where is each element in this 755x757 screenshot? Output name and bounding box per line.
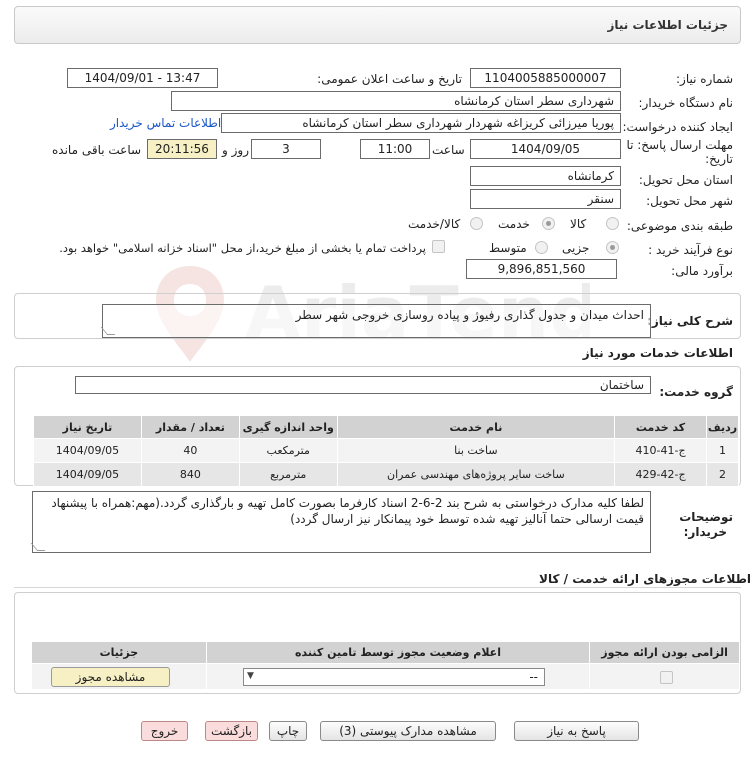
cell-unit: مترمکعب — [238, 438, 338, 463]
col-status: اعلام وضعیت مجوز توسط تامین کننده — [205, 641, 591, 664]
remaining-time-field: 20:11:56 — [147, 139, 217, 159]
cell-code: ج-41-410 — [614, 438, 708, 463]
category-radio-goods[interactable]: کالا — [570, 216, 622, 232]
process-label: نوع فرآیند خرید : — [648, 243, 733, 257]
process-radio-minor[interactable]: جزیی — [562, 240, 622, 256]
buyer-notes-label: توضیحات — [679, 510, 733, 524]
col-date: تاریخ نیاز — [33, 415, 142, 439]
province-label: استان محل تحویل: — [638, 173, 733, 187]
category-radio-both[interactable]: کالا/خدمت — [408, 216, 484, 232]
cell-row: 1 — [706, 438, 739, 463]
cell-date: 1404/09/05 — [33, 438, 142, 463]
city-label: شهر محل تحویل: — [646, 194, 733, 208]
table-row: 2 ج-42-429 ساخت سایر پروژه‌های مهندسی عم… — [33, 462, 739, 487]
cell-unit: مترمربع — [238, 462, 338, 487]
required-checkbox — [660, 671, 673, 684]
category-goods-label: کالا — [570, 217, 587, 231]
treasury-payment-checkbox[interactable] — [432, 240, 445, 253]
radio-icon — [606, 241, 619, 254]
cell-name: ساخت سایر پروژه‌های مهندسی عمران — [336, 462, 616, 487]
category-radio-service[interactable]: خدمت — [498, 216, 558, 232]
category-both-label: کالا/خدمت — [408, 217, 461, 231]
col-code: کد خدمت — [614, 415, 708, 439]
process-minor-label: جزیی — [562, 241, 590, 255]
description-label: شرح کلی نیاز: — [647, 314, 733, 328]
buyer-notes-textarea[interactable]: لطفا کلیه مدارک درخواستی به شرح بند 2-6-… — [32, 491, 651, 553]
exit-button[interactable]: خروج — [141, 721, 188, 741]
services-table: ردیف کد خدمت نام خدمت واحد اندازه گیری ت… — [33, 415, 739, 487]
permits-divider — [14, 587, 741, 588]
category-service-label: خدمت — [498, 217, 530, 231]
print-button[interactable]: چاپ — [269, 721, 307, 741]
permits-header-row: الزامی بودن ارائه مجوز اعلام وضعیت مجوز … — [31, 641, 740, 664]
announce-label: تاریخ و ساعت اعلان عمومی: — [317, 72, 462, 86]
col-qty: تعداد / مقدار — [140, 415, 240, 439]
col-row: ردیف — [706, 415, 739, 439]
announce-field: 1404/09/01 - 13:47 — [67, 68, 218, 88]
radio-icon — [470, 217, 483, 230]
permit-status-value: -- — [529, 670, 538, 684]
category-label: طبقه بندی موضوعی: — [626, 219, 733, 233]
cell-qty: 40 — [140, 438, 240, 463]
cell-date: 1404/09/05 — [33, 462, 142, 487]
permit-status-select[interactable]: ▼ -- — [243, 668, 545, 686]
attachments-button[interactable]: مشاهده مدارک پیوستی (3) — [320, 721, 496, 741]
table-row: 1 ج-41-410 ساخت بنا مترمکعب 40 1404/09/0… — [33, 438, 739, 463]
cell-code: ج-42-429 — [614, 462, 708, 487]
days-remaining-field: 3 — [251, 139, 321, 159]
cell-name: ساخت بنا — [336, 438, 616, 463]
radio-icon — [606, 217, 619, 230]
province-field: کرمانشاه — [470, 166, 621, 186]
budget-field: 9,896,851,560 — [466, 259, 617, 279]
process-radio-medium[interactable]: متوسط — [489, 240, 551, 256]
deadline-date-field: 1404/09/05 — [470, 139, 621, 159]
buyer-org-label: نام دستگاه خریدار: — [638, 96, 734, 110]
header-bar: جزئیات اطلاعات نیاز — [14, 6, 741, 44]
treasury-payment-note: پرداخت تمام یا بخشی از مبلغ خرید،از محل … — [59, 241, 426, 255]
col-unit: واحد اندازه گیری — [238, 415, 338, 439]
cell-row: 2 — [706, 462, 739, 487]
view-permit-button[interactable]: مشاهده مجوز — [51, 667, 170, 687]
requester-label: ایجاد کننده درخواست: — [622, 120, 733, 134]
cell-qty: 840 — [140, 462, 240, 487]
services-title: اطلاعات خدمات مورد نیاز — [582, 346, 733, 360]
buyer-contact-link[interactable]: اطلاعات تماس خریدار — [110, 116, 221, 130]
radio-icon — [535, 241, 548, 254]
buyer-notes-label-2: خریدار: — [683, 525, 727, 539]
col-required: الزامی بودن ارائه مجوز — [589, 641, 740, 664]
deadline-label-2: تاریخ: — [705, 152, 733, 166]
col-details: جزئیات — [31, 641, 207, 664]
need-number-label: شماره نیاز: — [676, 72, 733, 86]
remaining-label: ساعت باقی مانده — [52, 143, 142, 157]
header-title: جزئیات اطلاعات نیاز — [607, 18, 728, 32]
deadline-label: مهلت ارسال پاسخ: تا — [626, 138, 733, 152]
budget-label: برآورد مالی: — [671, 264, 733, 278]
description-textarea[interactable]: احداث میدان و جدول گذاری رفیوژ و پیاده ر… — [102, 304, 651, 338]
service-group-field: ساختمان — [75, 376, 651, 394]
back-button[interactable]: بازگشت — [205, 721, 258, 741]
time-label: ساعت — [432, 143, 465, 157]
requester-field: پوریا میرزائی کریزاغه شهردار شهرداری سطر… — [221, 113, 621, 133]
buyer-org-field: شهرداری سطر استان کرمانشاه — [171, 91, 621, 111]
chevron-down-icon: ▼ — [247, 671, 254, 681]
process-medium-label: متوسط — [489, 241, 527, 255]
need-number-field: 1104005885000007 — [470, 68, 621, 88]
deadline-time-field: 11:00 — [360, 139, 430, 159]
city-field: سنقر — [470, 189, 621, 209]
respond-button[interactable]: پاسخ به نیاز — [514, 721, 639, 741]
radio-icon — [542, 217, 555, 230]
table-header-row: ردیف کد خدمت نام خدمت واحد اندازه گیری ت… — [33, 415, 739, 439]
col-name: نام خدمت — [336, 415, 616, 439]
service-group-label: گروه خدمت: — [659, 385, 733, 399]
days-label: روز و — [222, 143, 249, 157]
permits-title: اطلاعات مجوزهای ارائه خدمت / کالا — [539, 572, 751, 586]
